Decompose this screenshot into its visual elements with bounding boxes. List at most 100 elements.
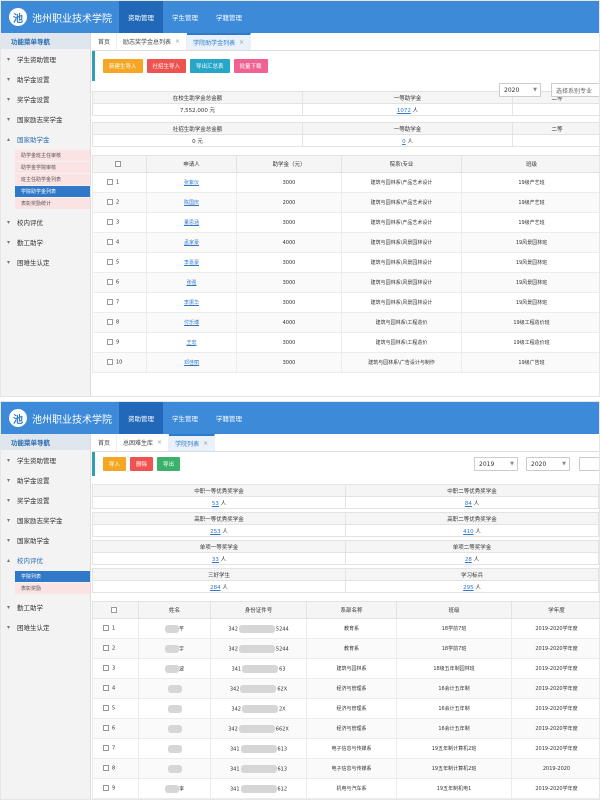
- applicant-name-link[interactable]: 李嘉豪: [184, 260, 199, 266]
- stat-count-link[interactable]: 295: [463, 585, 474, 591]
- module-tab-records[interactable]: 学籍管理: [207, 1, 251, 33]
- tab-college-grant-list[interactable]: 学院助学金列表 ×: [187, 33, 252, 50]
- tab-home[interactable]: 首页: [92, 434, 118, 451]
- table-row[interactable]: 1 张紫仪 3000 建筑与园林系\产品艺术设计 19级产艺班: [92, 172, 599, 193]
- row-select-cell[interactable]: 6: [92, 272, 147, 293]
- row-checkbox[interactable]: [107, 299, 113, 306]
- table-row[interactable]: 5 342 2X 经济与管理系 16会计五年制 2019-2020学年度: [92, 698, 599, 719]
- row-checkbox[interactable]: [103, 705, 109, 712]
- stat-count-link[interactable]: 0: [402, 139, 406, 145]
- row-checkbox[interactable]: [107, 239, 113, 246]
- row-checkbox[interactable]: [107, 319, 113, 326]
- table-row[interactable]: 4 342 62X 经济与管理系 16会计五年制 2019-2020学年度: [92, 678, 599, 699]
- table-row[interactable]: 9 王宏 3000 建筑与园林系\工程造价 19级工程造价班: [92, 332, 599, 353]
- tab-college-list[interactable]: 学院列表 ×: [169, 434, 216, 451]
- table-row[interactable]: 2 陈国庆 2000 建筑与园林系\产品艺术设计 19级产艺班: [92, 192, 599, 213]
- row-select-cell[interactable]: 3: [92, 658, 139, 679]
- table-row[interactable]: 8 付乐博 4000 建筑与园林系\工程造价 19级工程造价班: [92, 312, 599, 333]
- applicant-name-link[interactable]: 张强: [186, 280, 196, 286]
- table-row[interactable]: 3 董思涵 3000 建筑与园林系\产品艺术设计 19级产艺班: [92, 212, 599, 233]
- row-checkbox[interactable]: [107, 279, 113, 286]
- select-all-header[interactable]: [92, 155, 147, 173]
- row-checkbox[interactable]: [103, 745, 109, 752]
- export-button[interactable]: 导出: [157, 457, 181, 471]
- row-checkbox[interactable]: [107, 179, 113, 186]
- row-checkbox[interactable]: [107, 339, 113, 346]
- sidebar-item[interactable]: ▾ 奖学金设置: [1, 490, 90, 510]
- row-checkbox[interactable]: [103, 665, 109, 672]
- submenu-item[interactable]: 班主任助学金列表: [15, 174, 90, 185]
- table-row[interactable]: 9 李 341 612 机电与汽车系 19五年制机电1 2019-2020学年度: [92, 778, 599, 799]
- select-all-header[interactable]: [92, 601, 139, 619]
- module-tab-aid[interactable]: 资助管理: [119, 1, 163, 33]
- tab-hardship-library[interactable]: 总困难生库 ×: [117, 434, 170, 451]
- close-icon[interactable]: ×: [239, 39, 244, 46]
- table-row[interactable]: 7 李振华 3000 建筑与园林系\风景园林设计 19风景园林班: [92, 292, 599, 313]
- submenu-item[interactable]: 表彰奖励统计: [15, 198, 90, 209]
- submenu-item[interactable]: 表彰奖励: [15, 583, 90, 594]
- sidebar-item-open[interactable]: ▴ 国家助学金: [1, 129, 90, 149]
- row-checkbox[interactable]: [103, 785, 109, 792]
- sidebar-item[interactable]: ▾ 学生资助管理: [1, 49, 90, 69]
- select-all-checkbox[interactable]: [115, 160, 121, 167]
- export-summary-button[interactable]: 导出汇总表: [190, 59, 230, 73]
- row-select-cell[interactable]: 8: [92, 758, 139, 779]
- module-tab-aid[interactable]: 资助管理: [119, 402, 163, 434]
- year-select[interactable]: 2020 ▼: [499, 83, 541, 97]
- sidebar-item[interactable]: ▾ 国家励志奖学金: [1, 109, 90, 129]
- tab-home[interactable]: 首页: [92, 33, 118, 50]
- import-button[interactable]: 导入: [103, 457, 127, 471]
- sidebar-item[interactable]: ▾ 校内评优: [1, 212, 90, 232]
- table-row[interactable]: 6 张强 3000 建筑与园林系\风景园林设计 19风景园林班: [92, 272, 599, 293]
- applicant-name-link[interactable]: 邓佳丽: [184, 360, 199, 366]
- department-select[interactable]: 选择系别专业: [551, 83, 599, 97]
- row-select-cell[interactable]: 8: [92, 312, 147, 333]
- table-row[interactable]: 10 邓佳丽 3000 建筑与园林系\广告设计与制作 19级广告班: [92, 352, 599, 373]
- row-checkbox[interactable]: [107, 199, 113, 206]
- import-new-students-button[interactable]: 新建生导入: [103, 59, 143, 73]
- submenu-item-active[interactable]: 学院助学金列表: [15, 186, 90, 197]
- tab-scholarship-list[interactable]: 励志奖学金总列表 ×: [117, 33, 188, 50]
- row-select-cell[interactable]: 1: [92, 172, 147, 193]
- applicant-name-link[interactable]: 王宏: [186, 340, 196, 346]
- submenu-item[interactable]: 助学金学院审核: [15, 162, 90, 173]
- row-select-cell[interactable]: 5: [92, 252, 147, 273]
- sidebar-item[interactable]: ▾ 奖学金设置: [1, 89, 90, 109]
- table-row[interactable]: 8 341 613 电子信息与传媒系 19五年制计算机2班 2019-2020: [92, 758, 599, 779]
- extra-select[interactable]: [579, 457, 599, 471]
- row-select-cell[interactable]: 10: [92, 352, 147, 373]
- row-select-cell[interactable]: 2: [92, 192, 147, 213]
- app-logo[interactable]: 池 池州职业技术学院: [1, 409, 119, 427]
- row-checkbox[interactable]: [107, 359, 113, 366]
- stat-count-link[interactable]: 1072: [397, 108, 411, 114]
- sidebar-item[interactable]: ▾ 勤工助学: [1, 597, 90, 617]
- stat-count-link[interactable]: 253: [210, 529, 221, 535]
- sidebar-item[interactable]: ▾ 国家助学金: [1, 530, 90, 550]
- table-row[interactable]: 2 字 342 5244 教育系 18学前7班 2019-2020学年度: [92, 638, 599, 659]
- year-from-select[interactable]: 2019 ▼: [474, 457, 518, 471]
- stat-count-link[interactable]: 410: [463, 529, 474, 535]
- sidebar-item[interactable]: ▾ 困难生认定: [1, 617, 90, 637]
- row-checkbox[interactable]: [103, 625, 109, 632]
- row-select-cell[interactable]: 4: [92, 678, 139, 699]
- sidebar-item[interactable]: ▾ 困难生认定: [1, 252, 90, 272]
- sidebar-item[interactable]: ▾ 国家励志奖学金: [1, 510, 90, 530]
- row-checkbox[interactable]: [103, 765, 109, 772]
- table-row[interactable]: 6 342 662X 经济与管理系 16会计五年制 2019-2020学年度: [92, 718, 599, 739]
- applicant-name-link[interactable]: 李振华: [184, 300, 199, 306]
- stat-count-link[interactable]: 53: [212, 501, 219, 507]
- applicant-name-link[interactable]: 付乐博: [184, 320, 199, 326]
- stat-count-link[interactable]: 284: [210, 585, 221, 591]
- close-icon[interactable]: ×: [203, 440, 208, 447]
- stat-count-link[interactable]: 33: [212, 557, 219, 563]
- submenu-item-active[interactable]: 学院列表: [15, 571, 90, 582]
- import-social-students-button[interactable]: 社招生导入: [146, 59, 187, 73]
- close-icon[interactable]: ×: [175, 38, 180, 45]
- table-row[interactable]: 4 孟家豪 4000 建筑与园林系\风景园林设计 19风景园林班: [92, 232, 599, 253]
- stat-count-link[interactable]: 84: [465, 501, 472, 507]
- row-checkbox[interactable]: [103, 725, 109, 732]
- row-select-cell[interactable]: 7: [92, 292, 147, 313]
- sidebar-item[interactable]: ▾ 勤工助学: [1, 232, 90, 252]
- app-logo[interactable]: 池 池州职业技术学院: [1, 8, 119, 26]
- sidebar-item[interactable]: ▾ 助学金设置: [1, 69, 90, 89]
